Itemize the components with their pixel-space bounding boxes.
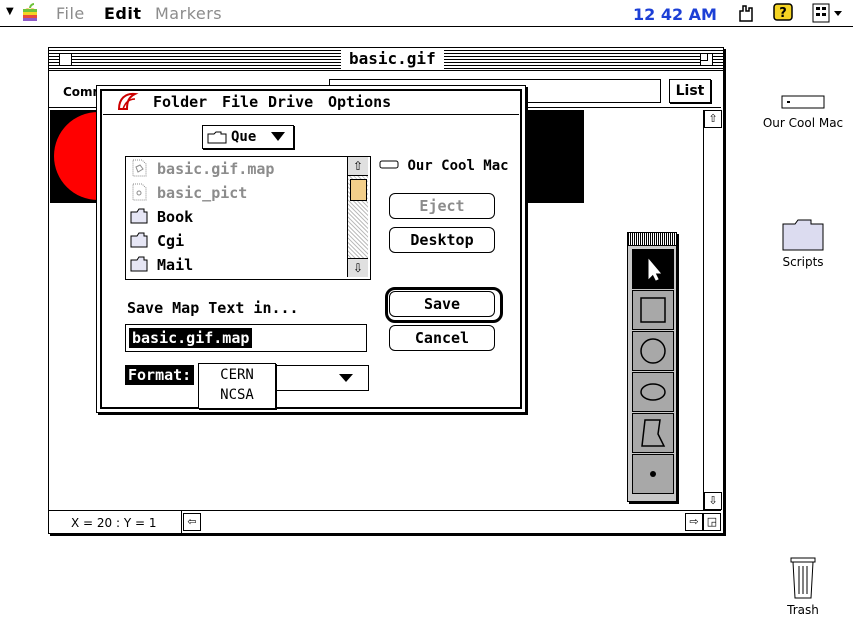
filename-field[interactable]: basic.gif.map (125, 324, 367, 352)
vertical-scrollbar[interactable]: ⇧ ⇩ (703, 110, 722, 510)
menu-file[interactable]: File (56, 4, 85, 23)
tool-polygon[interactable] (632, 413, 674, 453)
file-list-scrollbar[interactable]: ⇧ ⇩ (347, 157, 368, 277)
cancel-button[interactable]: Cancel (389, 325, 495, 351)
dialog-menu-drive[interactable]: Drive (268, 93, 313, 111)
scroll-up-arrow-icon[interactable]: ⇧ (348, 157, 368, 176)
tool-rectangle[interactable] (632, 290, 674, 330)
chevron-down-icon[interactable]: ▼ (6, 6, 14, 17)
desktop-icon-hard-drive[interactable]: Our Cool Mac (760, 95, 846, 130)
scroll-down-arrow-icon[interactable]: ⇩ (348, 258, 368, 277)
folder-popup-label: Que (231, 129, 257, 145)
desktop-icon-trash[interactable]: Trash (770, 556, 836, 617)
polygon-icon (641, 419, 666, 447)
file-name: Book (157, 208, 194, 226)
coordinates-readout: X = 20 : Y = 1 (71, 516, 157, 530)
triangle-down-icon (339, 374, 353, 382)
eject-button[interactable]: Eject (389, 193, 495, 219)
app-logo-icon[interactable] (115, 91, 139, 113)
dialog-menu-file[interactable]: File (222, 93, 258, 111)
hard-drive-icon (379, 160, 399, 169)
list-item[interactable]: Mail (130, 254, 193, 276)
zoom-box-icon[interactable] (700, 53, 713, 66)
format-option-ncsa[interactable]: NCSA (199, 385, 275, 405)
scroll-right-arrow-icon[interactable]: ⇨ (685, 513, 703, 531)
window-title: basic.gif (341, 49, 444, 69)
file-name: basic_pict (157, 184, 248, 202)
format-label: Format: (125, 365, 195, 385)
scroll-down-arrow-icon[interactable]: ⇩ (704, 492, 722, 510)
hand-pointer-icon[interactable] (736, 3, 756, 23)
window-title-bar[interactable]: basic.gif (49, 48, 723, 71)
desktop-icon-label: Our Cool Mac (762, 116, 844, 130)
scroll-left-arrow-icon[interactable]: ⇦ (183, 513, 201, 531)
volume-indicator: Our Cool Mac (379, 158, 509, 174)
folder-icon (782, 219, 824, 251)
tool-circle[interactable] (632, 331, 674, 371)
folder-icon (130, 208, 148, 224)
application-menu-icon[interactable] (812, 3, 848, 23)
format-option-cern[interactable]: CERN (199, 365, 275, 385)
arrow-pointer-icon (648, 258, 662, 281)
desktop-icon-scripts-folder[interactable]: Scripts (760, 218, 846, 269)
dialog-menu-bar: Folder File Drive Options (103, 90, 519, 115)
desktop-icon-label: Scripts (782, 255, 824, 269)
tool-oval[interactable] (632, 372, 674, 412)
folder-icon (130, 256, 148, 272)
rectangle-icon (640, 297, 666, 323)
pict-document-icon (132, 183, 147, 201)
list-item[interactable]: basic.gif.map (130, 158, 274, 180)
help-balloon-icon[interactable]: ? (772, 2, 794, 24)
tool-pointer[interactable] (632, 249, 674, 289)
menubar-clock[interactable]: 12 42 AM (633, 5, 717, 24)
file-list[interactable]: basic.gif.map basic_pict Book Cgi Mail (125, 156, 371, 280)
circle-icon (640, 338, 666, 364)
list-button[interactable]: List (669, 79, 711, 103)
folder-popup-menu[interactable]: Que (202, 125, 294, 149)
triangle-down-icon (271, 132, 285, 141)
size-box-icon[interactable]: ◲ (703, 513, 721, 531)
save-prompt: Save Map Text in... (127, 299, 299, 317)
scroll-thumb[interactable] (350, 179, 367, 201)
menu-bar: ▼ File Edit Markers 12 42 AM ? (0, 0, 853, 27)
svg-text:?: ? (779, 6, 787, 21)
menu-edit[interactable]: Edit (104, 4, 142, 23)
folder-icon (130, 232, 148, 248)
volume-name: Our Cool Mac (407, 158, 509, 174)
list-item[interactable]: Book (130, 206, 193, 228)
close-box-icon[interactable] (59, 53, 72, 66)
folder-icon (207, 131, 227, 144)
coordinates-panel: X = 20 : Y = 1 (49, 511, 182, 533)
desktop-button[interactable]: Desktop (389, 227, 495, 253)
horizontal-scrollbar[interactable]: X = 20 : Y = 1 ⇦ ⇨ ◲ (49, 510, 721, 533)
hard-drive-icon (781, 95, 825, 109)
tool-palette (627, 232, 677, 502)
list-item[interactable]: Cgi (130, 230, 184, 252)
file-name: Cgi (157, 232, 185, 250)
map-document-icon (132, 159, 147, 177)
point-icon (650, 471, 656, 477)
save-button[interactable]: Save (389, 291, 495, 317)
file-name: Mail (157, 256, 194, 274)
file-name: basic.gif.map (157, 160, 275, 178)
oval-icon (640, 383, 666, 401)
format-popup[interactable] (272, 365, 369, 391)
list-item[interactable]: basic_pict (130, 182, 247, 204)
dialog-menu-folder[interactable]: Folder (153, 93, 207, 111)
scroll-up-arrow-icon[interactable]: ⇧ (704, 110, 722, 128)
format-menu: CERN NCSA (198, 363, 276, 409)
trash-icon (790, 557, 816, 599)
filename-value: basic.gif.map (129, 328, 253, 348)
dialog-menu-options[interactable]: Options (328, 93, 391, 111)
save-dialog: Folder File Drive Options Que basic.gif.… (96, 85, 526, 413)
desktop-icon-label: Trash (787, 603, 819, 617)
apple-menu-icon[interactable] (20, 3, 40, 23)
palette-title-bar[interactable] (628, 233, 676, 246)
menu-markers[interactable]: Markers (155, 4, 222, 23)
tool-point[interactable] (632, 454, 674, 494)
